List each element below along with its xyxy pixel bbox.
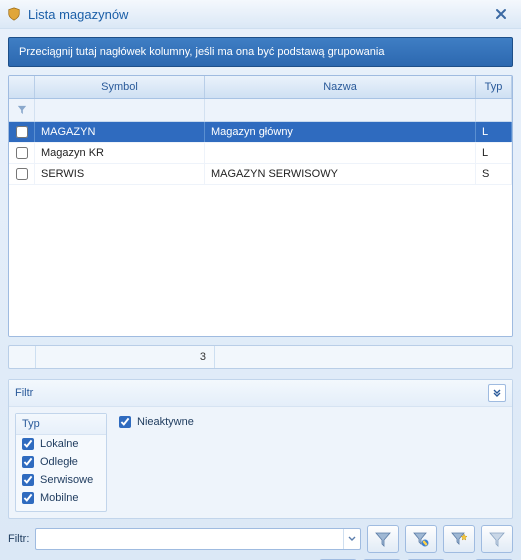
filter-input[interactable] <box>36 530 343 548</box>
checkbox-label: Mobilne <box>40 492 79 504</box>
checkbox-input[interactable] <box>119 416 131 428</box>
column-header-check[interactable] <box>9 76 35 98</box>
filter-panel-title: Filtr <box>15 387 488 399</box>
funnel-clear-icon <box>488 530 506 548</box>
checkbox-mobilne[interactable]: Mobilne <box>16 489 106 507</box>
grid-body: MAGAZYN Magazyn główny L Magazyn KR L SE… <box>9 122 512 336</box>
grid-header: Symbol Nazwa Typ <box>9 76 512 99</box>
cell-symbol: MAGAZYN <box>35 122 205 142</box>
filter-apply-button[interactable] <box>367 525 399 553</box>
close-button[interactable] <box>487 4 515 24</box>
checkbox-label: Lokalne <box>40 438 79 450</box>
cell-type: S <box>476 164 512 184</box>
filter-panel-expander[interactable] <box>488 384 506 402</box>
type-group-title: Typ <box>16 414 106 435</box>
checkbox-input[interactable] <box>22 456 34 468</box>
group-by-hint[interactable]: Przeciągnij tutaj nagłówek kolumny, jeśl… <box>8 37 513 67</box>
table-row[interactable]: SERWIS MAGAZYN SERWISOWY S <box>9 164 512 185</box>
filter-edit-button[interactable] <box>405 525 437 553</box>
titlebar: Lista magazynów <box>0 0 521 29</box>
cell-name: Magazyn główny <box>205 122 476 142</box>
cell-name <box>205 143 476 163</box>
checkbox-label: Nieaktywne <box>137 416 194 428</box>
chevron-down-icon <box>348 536 356 542</box>
column-header-type[interactable]: Typ <box>476 76 512 98</box>
cell-name: MAGAZYN SERWISOWY <box>205 164 476 184</box>
row-checkbox[interactable] <box>16 126 28 138</box>
filter-combo[interactable] <box>35 528 361 550</box>
filter-new-button[interactable] <box>443 525 475 553</box>
checkbox-input[interactable] <box>22 474 34 486</box>
filter-input-label: Filtr: <box>8 533 29 545</box>
cell-symbol: Magazyn KR <box>35 143 205 163</box>
window-title: Lista magazynów <box>28 7 487 22</box>
shield-icon <box>6 6 22 22</box>
checkbox-input[interactable] <box>22 438 34 450</box>
table-row[interactable]: Magazyn KR L <box>9 143 512 164</box>
filter-clear-button[interactable] <box>481 525 513 553</box>
count-bar: 3 <box>8 345 513 369</box>
filter-cell-type[interactable] <box>476 99 512 121</box>
filter-combo-arrow[interactable] <box>343 529 360 549</box>
column-header-symbol[interactable]: Symbol <box>35 76 205 98</box>
row-checkbox[interactable] <box>16 147 28 159</box>
checkbox-label: Serwisowe <box>40 474 93 486</box>
filter-cell-name[interactable] <box>205 99 476 121</box>
filter-input-row: Filtr: <box>8 525 513 553</box>
type-group: Typ Lokalne Odległe Serwisowe Mobilne <box>15 413 107 512</box>
filter-panel: Filtr Typ Lokalne Odległe <box>8 379 513 519</box>
checkbox-label: Odległe <box>40 456 78 468</box>
close-icon <box>495 8 507 20</box>
chevron-double-down-icon <box>492 388 502 398</box>
checkbox-nieaktywne[interactable]: Nieaktywne <box>119 413 506 431</box>
row-checkbox[interactable] <box>16 168 28 180</box>
checkbox-input[interactable] <box>22 492 34 504</box>
row-count: 3 <box>36 346 215 368</box>
funnel-icon <box>17 105 27 115</box>
filter-cell-symbol[interactable] <box>35 99 205 121</box>
filter-panel-header: Filtr <box>9 380 512 407</box>
cell-type: L <box>476 122 512 142</box>
grid: Symbol Nazwa Typ MAGAZYN Magazyn główny … <box>8 75 513 337</box>
cell-symbol: SERWIS <box>35 164 205 184</box>
cell-type: L <box>476 143 512 163</box>
checkbox-odlegle[interactable]: Odległe <box>16 453 106 471</box>
grid-filter-row <box>9 99 512 122</box>
checkbox-serwisowe[interactable]: Serwisowe <box>16 471 106 489</box>
window: Lista magazynów Przeciągnij tutaj nagłów… <box>0 0 521 560</box>
filter-row-funnel[interactable] <box>9 99 35 121</box>
funnel-edit-icon <box>412 530 430 548</box>
checkbox-lokalne[interactable]: Lokalne <box>16 435 106 453</box>
funnel-new-icon <box>450 530 468 548</box>
column-header-name[interactable]: Nazwa <box>205 76 476 98</box>
table-row[interactable]: MAGAZYN Magazyn główny L <box>9 122 512 143</box>
funnel-apply-icon <box>374 530 392 548</box>
